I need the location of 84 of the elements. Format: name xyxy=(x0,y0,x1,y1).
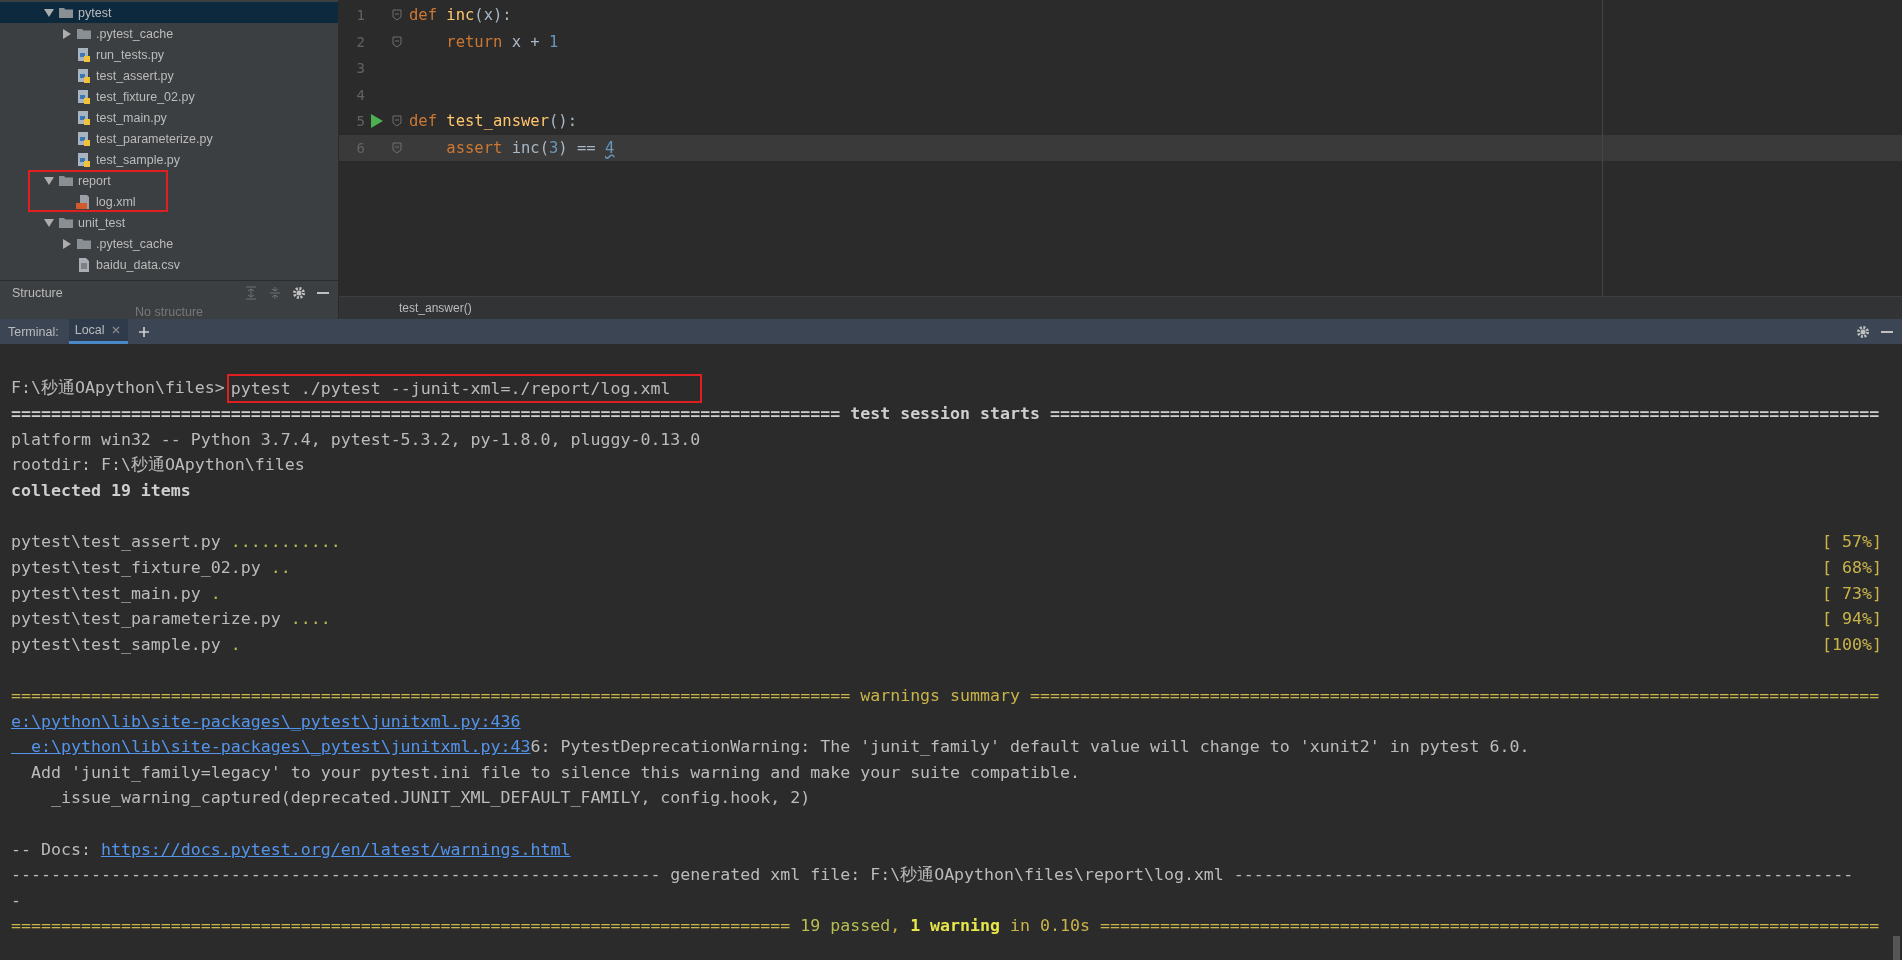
tree-item[interactable]: .pytest_cache xyxy=(0,23,338,44)
tree-item[interactable]: log.xml xyxy=(0,191,338,212)
terminal-text: ----------------------------------------------------------------- generated xml file: F:\秒通OApython\files\report\log.xml -------------------------------------------------------------- xyxy=(11,863,1854,886)
progress-percent: [ 68%] xyxy=(1822,558,1882,578)
fold-icon[interactable] xyxy=(392,115,402,128)
expand-arrow-icon[interactable] xyxy=(44,7,54,18)
terminal-text: platform win32 -- Python 3.7.4, pytest-5.3.2, py-1.8.0, pluggy-0.13.0 xyxy=(11,430,701,450)
settings-icon[interactable] xyxy=(1856,324,1870,339)
python-file-icon xyxy=(76,46,92,63)
tree-item[interactable]: run_tests.py xyxy=(0,44,338,65)
python-file-icon xyxy=(76,88,92,105)
terminal-text: -- Docs: xyxy=(11,839,92,859)
progress-percent: [100%] xyxy=(1822,634,1882,654)
terminal-text: . xyxy=(210,583,221,603)
settings-icon[interactable] xyxy=(292,286,306,300)
terminal-tab[interactable]: Local xyxy=(68,319,128,344)
line-number: 4 xyxy=(355,86,365,103)
tree-item[interactable]: pytest xyxy=(0,2,338,23)
terminal-text: =================================================================================== test session starts =================================================================================== xyxy=(11,404,1880,424)
terminal-text: in 0.10s ============================================================================== xyxy=(1009,916,1880,936)
panel-title: Terminal: xyxy=(8,324,59,339)
expand-arrow-icon[interactable] xyxy=(44,217,54,228)
tree-item[interactable]: test_parameterize.py xyxy=(0,128,338,149)
xml-file-icon xyxy=(76,193,92,210)
scrollbar-thumb[interactable] xyxy=(1893,936,1900,960)
terminal-text: ==================================================================================== warnings summary ===================================================================================== xyxy=(11,686,1880,705)
tree-item[interactable]: test_fixture_02.py xyxy=(0,86,338,107)
tree-item[interactable]: .pytest_cache xyxy=(0,233,338,254)
terminal-link[interactable]: https://docs.pytest.org/en/latest/warnings.html xyxy=(100,839,571,859)
terminal-link[interactable]: e:\python\lib\site-packages\_pytest\junitxml.py:43 xyxy=(11,737,531,757)
run-icon[interactable] xyxy=(371,114,383,129)
terminal-text: 19 passed xyxy=(800,916,891,936)
tree-item[interactable]: unit_test xyxy=(0,212,338,233)
terminal-text: Add 'junit_family=legacy' to your pytest.ini file to silence this warning and make your suite compatible. xyxy=(29,762,1080,782)
terminal-text: pytest\test_main.py xyxy=(11,583,202,603)
code-line: assert inc(3) == 4 xyxy=(445,138,615,157)
terminal-text: 1 warning xyxy=(910,916,1001,936)
expand-arrow-icon[interactable] xyxy=(44,175,54,186)
terminal-text: rootdir: F:\秒通OApython\files xyxy=(11,454,305,477)
code-line: def test_answer(): xyxy=(408,112,577,131)
terminal-text: ........... xyxy=(230,532,341,552)
terminal-text: 6: PytestDeprecationWarning: The 'junit_family' default value will change to 'xunit2' in pytest 6.0. xyxy=(530,737,1530,757)
add-icon[interactable] xyxy=(137,325,150,338)
progress-percent: [ 94%] xyxy=(1822,609,1882,629)
python-file-icon xyxy=(76,151,92,168)
fold-icon[interactable] xyxy=(392,9,402,22)
terminal-text: ============================================================================== xyxy=(11,916,792,936)
breadcrumb[interactable]: test_answer() xyxy=(399,301,472,315)
terminal-link[interactable]: e:\python\lib\site-packages\_pytest\junitxml.py:436 xyxy=(11,711,521,731)
terminal-text: .. xyxy=(270,558,291,578)
collapse-arrow-icon[interactable] xyxy=(62,28,72,39)
tree-item[interactable]: baidu_data.csv xyxy=(0,254,338,275)
progress-percent: [ 57%] xyxy=(1822,532,1882,552)
line-number: 5 xyxy=(355,113,365,130)
terminal-text: F:\秒通OApython\files> xyxy=(11,377,225,400)
line-number: 1 xyxy=(355,7,365,24)
terminal-text: . xyxy=(230,634,241,654)
tree-item[interactable]: test_assert.py xyxy=(0,65,338,86)
terminal-text: pytest\test_parameterize.py xyxy=(11,609,282,629)
terminal-text: .... xyxy=(290,609,331,629)
terminal-text: pytest\test_sample.py xyxy=(11,634,222,654)
line-number: 3 xyxy=(355,60,365,77)
empty-message: No structure xyxy=(133,305,205,319)
terminal-text: , xyxy=(890,916,902,936)
fold-icon[interactable] xyxy=(392,35,402,48)
terminal-text: pytest\test_assert.py xyxy=(11,532,222,552)
terminal-text: collected 19 items xyxy=(11,481,191,501)
python-file-icon xyxy=(76,67,92,84)
collapse-arrow-icon[interactable] xyxy=(62,238,72,249)
code-line: def inc(x): xyxy=(408,6,512,25)
file-icon xyxy=(76,256,92,273)
terminal-text: - xyxy=(11,890,21,910)
progress-percent: [ 73%] xyxy=(1822,583,1882,603)
python-file-icon xyxy=(76,130,92,147)
code-line: return x + 1 xyxy=(445,32,559,51)
terminal-text: pytest\test_fixture_02.py xyxy=(11,558,262,578)
line-number: 2 xyxy=(355,33,365,50)
tree-item[interactable]: test_main.py xyxy=(0,107,338,128)
tree-item[interactable]: test_sample.py xyxy=(0,149,338,170)
highlighted-command: pytest ./pytest --junit-xml=./report/log.xml xyxy=(226,373,703,403)
tree-item[interactable]: report xyxy=(0,170,338,191)
panel-title: Structure xyxy=(12,286,64,300)
python-file-icon xyxy=(76,109,92,126)
terminal-text: _issue_warning_captured(deprecated.JUNIT_XML_DEFAULT_FAMILY, config.hook, 2) xyxy=(49,788,811,808)
